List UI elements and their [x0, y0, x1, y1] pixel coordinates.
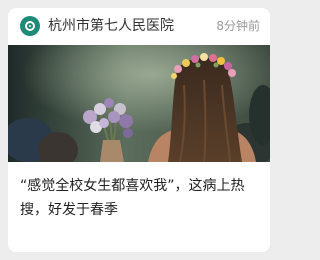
- next-item-peek: [12, 254, 132, 260]
- cover-photo-illustration: [8, 45, 270, 162]
- article-headline[interactable]: “感觉全校女生都喜欢我”，这病上热搜，好发于春季: [20, 174, 258, 222]
- hospital-logo-icon[interactable]: [20, 16, 40, 36]
- timestamp: 8分钟前: [216, 19, 260, 33]
- cover-image[interactable]: [8, 45, 270, 162]
- feed-card[interactable]: 杭州市第七人民医院 8分钟前 “感觉全校女生都喜欢我”，这病上热搜，好发于春季: [8, 8, 270, 252]
- source-name[interactable]: 杭州市第七人民医院: [48, 17, 174, 35]
- card-header: 杭州市第七人民医院 8分钟前: [8, 8, 270, 44]
